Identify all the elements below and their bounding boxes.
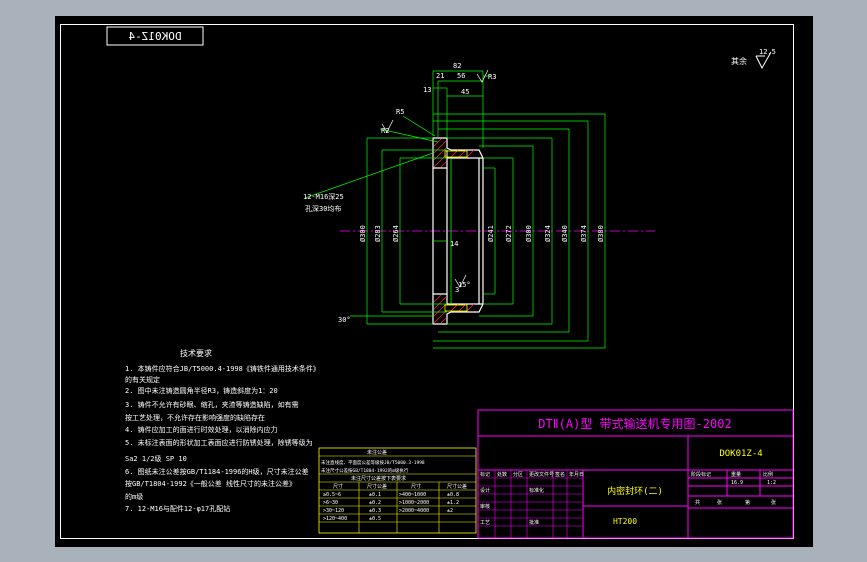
angle-30: 30° (338, 316, 351, 324)
tb-label: 更改文件号 (529, 471, 554, 478)
roughness-note: 其余 (731, 56, 747, 66)
tech-item: 6. 图纸未注公差按GB/T1184-1996的H级，尺寸未注公差 (125, 467, 309, 476)
tolerance-table: 未注公差 未注直线度、平面度公差等级按JB/T5000.3-1998 未注尺寸公… (318, 447, 477, 534)
weight: 16.9 (731, 480, 743, 486)
tech-item: 2. 图中未注铸造圆角半径R3，铸造斜度为1：20 (125, 386, 278, 395)
thread-sub: 孔深30均布 (305, 204, 341, 213)
tech-item: 按GB/T1804-1992《一般公差 线性尺寸的未注公差》 (125, 479, 296, 488)
drawing-sheet: DOK01Z-4 其余 12.5 82 21 56 13 45 14 3 R5 … (55, 16, 813, 547)
tech-item: 7. 12-M16与配件12-φ17孔配钻 (125, 504, 230, 513)
radius-r2: R2 (381, 127, 389, 135)
title-header: DTⅡ(A)型 带式输送机专用图-2002 (538, 416, 731, 431)
dia-5: Ø272 (505, 225, 513, 242)
tol-cell: >400~1000 (399, 492, 426, 498)
cad-canvas[interactable]: DOK01Z-4 其余 12.5 82 21 56 13 45 14 3 R5 … (55, 16, 813, 547)
roughness-symbol: 其余 12.5 (731, 48, 776, 70)
tb-label: 分区 (513, 471, 523, 478)
drawing-number: DOK01Z-4 (719, 449, 762, 459)
dia-3: Ø264 (392, 225, 400, 242)
radius-r3: R3 (488, 73, 496, 81)
tb-label: 比例 (763, 471, 773, 478)
tol-cell: ±0.3 (369, 508, 381, 514)
dim-13: 13 (423, 86, 431, 94)
tol-cell: >2000~4000 (399, 508, 429, 514)
tech-title: 技术要求 (180, 348, 212, 358)
tech-item: 4. 铸件应加工的面进行时效处理，以消除内应力 (125, 425, 278, 434)
tol-cell: >30~120 (323, 508, 344, 514)
tech-item: 的m级 (125, 492, 143, 501)
tol-head: 尺寸公差 (367, 483, 387, 490)
thread-note: 12-M16深25 (303, 192, 344, 201)
title-block: DTⅡ(A)型 带式输送机专用图-2002 DOK01Z-4 内密封环(二) H… (477, 409, 794, 539)
dia-10: Ø380 (597, 225, 605, 242)
dia-6: Ø300 (525, 225, 533, 242)
tol-cell: ±2 (447, 508, 453, 514)
tol-title: 未注公差 (367, 449, 387, 456)
tb-label: 张 (771, 499, 776, 506)
tech-item: 的有关规定 (125, 375, 160, 384)
tb-label: 年月日 (569, 471, 584, 478)
roughness-value: 12.5 (759, 48, 776, 56)
dia-7: Ø324 (544, 225, 552, 242)
material: HT200 (613, 517, 637, 526)
tb-label: 重量 (731, 471, 741, 478)
dia-2: Ø283 (374, 225, 382, 242)
tol-head: 尺寸 (333, 483, 343, 490)
tol-cell: >6~30 (323, 500, 338, 506)
scale: 1:2 (767, 480, 776, 486)
dim-45: 45 (461, 88, 469, 96)
part-name: 内密封环(二) (607, 485, 663, 497)
tech-item: 1. 本铸件应符合JB/T5000.4-1998《铸铁件通用技术条件》 (125, 364, 320, 373)
tol-cell: ±0.8 (447, 492, 459, 498)
tol-cell: ≥0.5~6 (323, 492, 341, 498)
code-box-label: DOK01Z-4 (128, 30, 181, 43)
tb-label: 共 (695, 499, 700, 506)
tb-label: 处数 (497, 471, 507, 478)
tech-item: 按工艺处理，不允许存在影响强度的缺陷存在 (125, 413, 265, 422)
tb-label: 工艺 (480, 520, 490, 526)
tech-requirements: 技术要求 1. 本铸件应符合JB/T5000.4-1998《铸铁件通用技术条件》… (125, 348, 320, 513)
dim-14: 14 (450, 240, 458, 248)
tb-label: 阶段标记 (691, 471, 711, 478)
tech-item: 5. 未标注表面的形状加工表面应进行防锈处理，除锈等级为 (125, 438, 313, 447)
tb-label: 张 (717, 499, 722, 506)
tb-label: 批准 (529, 519, 539, 526)
tech-item: 3. 铸件不允许有砂眼、缩孔，夹渣等铸造缺陷，如有需 (125, 400, 299, 409)
tb-label: 设计 (480, 487, 490, 494)
chamfer-r5: R5 (396, 108, 404, 116)
dia-1: Ø300 (359, 225, 367, 242)
tol-head: 尺寸 (411, 483, 421, 490)
dim-82: 82 (453, 62, 461, 70)
tol-cell: >1000~2000 (399, 500, 429, 506)
tol-cell: ±0.5 (369, 516, 381, 522)
dim-56: 56 (457, 72, 465, 80)
tol-note1: 未注直线度、平面度公差等级按JB/T5000.3-1998 (321, 459, 425, 466)
tol-note2: 未注尺寸公差按GB/T1804-1992的m级执行 (321, 467, 409, 474)
tol-cell: >120~400 (323, 516, 347, 522)
dia-8: Ø340 (561, 225, 569, 242)
tol-head: 尺寸公差 (447, 483, 467, 490)
dim-21: 21 (436, 72, 444, 80)
tol-cell: ±0.1 (369, 492, 381, 498)
tb-label: 审核 (480, 503, 490, 510)
code-box: DOK01Z-4 (106, 26, 204, 46)
tb-label: 签名 (555, 471, 565, 478)
tol-cell: ±1.2 (447, 500, 459, 506)
part-section: 82 21 56 13 45 14 3 R5 R3 R2 15° 30° 12-… (303, 62, 655, 349)
tech-item: Sa2 1/2级 SP 10 (125, 454, 187, 463)
tb-label: 标准化 (529, 487, 544, 494)
dia-4: Ø241 (487, 225, 495, 242)
tb-label: 标记 (480, 471, 490, 478)
dia-9: Ø374 (580, 225, 588, 242)
tol-cell: ±0.2 (369, 500, 381, 506)
angle-15: 15° (458, 281, 471, 289)
tb-label: 第 (745, 499, 750, 506)
tol-sub: 未注尺寸公差按下表要求 (351, 475, 406, 482)
